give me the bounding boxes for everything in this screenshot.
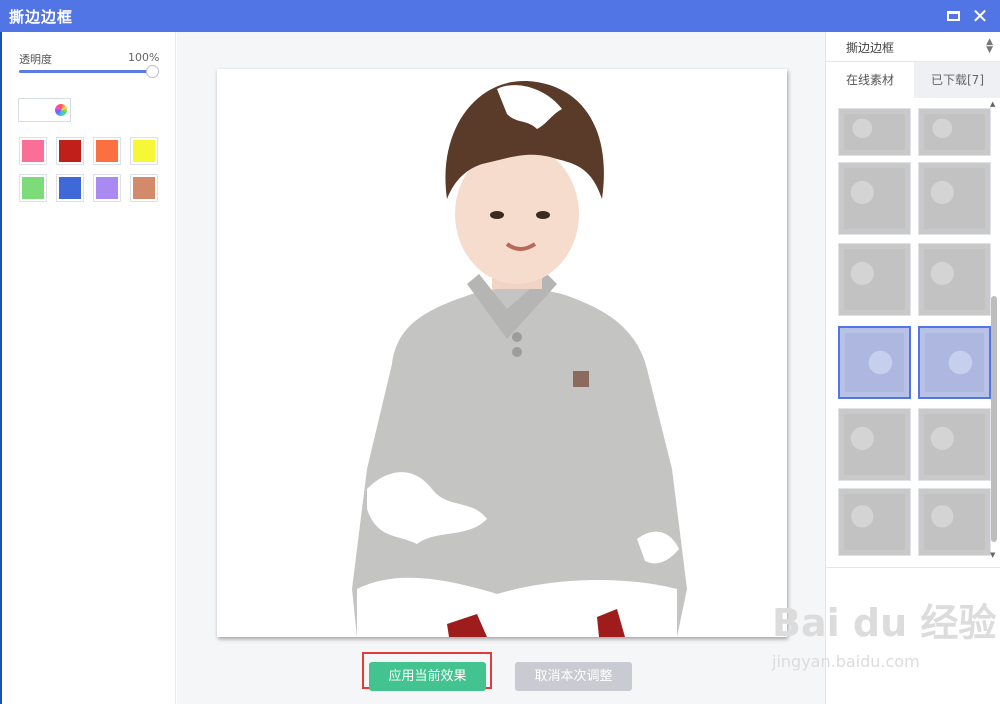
apply-effect-button[interactable]: 应用当前效果 bbox=[369, 662, 486, 691]
preview-image bbox=[217, 69, 787, 637]
frame-thumbnail[interactable] bbox=[918, 408, 991, 481]
window-title: 撕边边框 bbox=[9, 8, 74, 26]
tab-online-materials[interactable]: 在线素材 bbox=[826, 62, 914, 98]
frame-thumbnail[interactable] bbox=[918, 162, 991, 235]
opacity-label: 透明度 bbox=[19, 53, 52, 66]
color-swatch[interactable] bbox=[19, 137, 47, 165]
scroll-up-icon[interactable]: ▲ bbox=[990, 100, 995, 108]
frame-thumbnail[interactable] bbox=[918, 488, 991, 556]
frame-thumbnail[interactable] bbox=[838, 162, 911, 235]
color-swatch[interactable] bbox=[130, 137, 158, 165]
frame-thumbnail-selected[interactable] bbox=[918, 326, 991, 399]
opacity-value: 100% bbox=[128, 51, 160, 64]
frame-thumbnail[interactable] bbox=[838, 108, 911, 156]
cancel-adjustment-button[interactable]: 取消本次调整 bbox=[515, 662, 632, 691]
close-button[interactable]: ✕ bbox=[970, 6, 990, 26]
color-swatch[interactable] bbox=[93, 174, 121, 202]
thumbnail-scrollbar[interactable]: ▲ ▼ bbox=[990, 98, 998, 568]
color-picker-box[interactable] bbox=[18, 98, 71, 122]
frame-thumbnail[interactable] bbox=[838, 408, 911, 481]
color-swatch[interactable] bbox=[93, 137, 121, 165]
maximize-button[interactable] bbox=[944, 6, 964, 26]
title-bar: 撕边边框 ✕ bbox=[0, 0, 1000, 32]
frame-thumbnail-selected[interactable] bbox=[838, 326, 911, 399]
select-arrows-icon: ▲ ▼ bbox=[986, 37, 993, 55]
maximize-icon bbox=[947, 11, 960, 21]
left-panel: 透明度 100% bbox=[0, 32, 176, 704]
frame-thumbnail[interactable] bbox=[918, 108, 991, 156]
frame-thumbnail[interactable] bbox=[838, 243, 911, 316]
frame-thumbnail[interactable] bbox=[918, 243, 991, 316]
scrollbar-thumb[interactable] bbox=[991, 296, 997, 542]
frame-thumbnail[interactable] bbox=[838, 488, 911, 556]
right-panel: 撕边边框 ▲ ▼ 在线素材 已下载[7] ▲ ▼ bbox=[825, 32, 1000, 704]
material-tabs: 在线素材 已下载[7] bbox=[826, 62, 1000, 98]
opacity-slider-thumb[interactable] bbox=[146, 65, 159, 78]
scroll-down-icon[interactable]: ▼ bbox=[990, 551, 995, 559]
boy-photo-with-torn-edge bbox=[217, 69, 787, 637]
canvas-area: 应用当前效果 取消本次调整 bbox=[177, 32, 825, 704]
left-edge-strip bbox=[0, 32, 2, 704]
color-wheel-icon[interactable] bbox=[55, 104, 67, 116]
tab-downloaded[interactable]: 已下载[7] bbox=[914, 62, 1000, 98]
color-swatch[interactable] bbox=[56, 174, 84, 202]
frame-category-select[interactable]: 撕边边框 ▲ ▼ bbox=[826, 32, 1000, 62]
select-value: 撕边边框 bbox=[846, 41, 895, 55]
torn-edge-frame-dialog: 撕边边框 ✕ 透明度 100% 应用当前效果 取消本次调整 撕边边框 ▲ ▼ 在… bbox=[0, 0, 1000, 704]
color-swatch[interactable] bbox=[56, 137, 84, 165]
color-swatch[interactable] bbox=[130, 174, 158, 202]
frame-thumbnail-list: ▲ ▼ bbox=[826, 98, 1000, 568]
color-swatch[interactable] bbox=[19, 174, 47, 202]
opacity-slider-track[interactable] bbox=[19, 70, 153, 73]
